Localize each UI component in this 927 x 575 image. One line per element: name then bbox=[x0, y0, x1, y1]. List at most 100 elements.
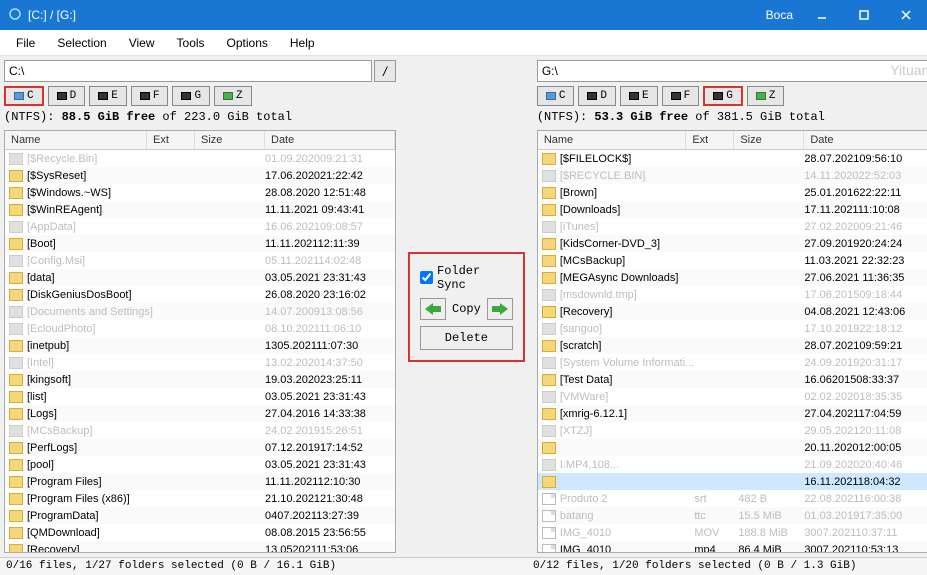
col-size[interactable]: Size bbox=[195, 131, 265, 149]
table-row-folder[interactable]: 16.11.202118:04:32 bbox=[538, 473, 927, 490]
table-row-folder[interactable]: [Recovery]13.05202111:53:06 bbox=[5, 541, 395, 552]
menu-view[interactable]: View bbox=[119, 32, 165, 54]
menu-help[interactable]: Help bbox=[280, 32, 325, 54]
drive-d-button[interactable]: D bbox=[48, 86, 86, 106]
folder-icon bbox=[542, 459, 556, 471]
menu-selection[interactable]: Selection bbox=[47, 32, 116, 54]
table-row-folder[interactable]: [MEGAsync Downloads]27.06.2021 11:36:35 bbox=[538, 269, 927, 286]
drive-f-button[interactable]: F bbox=[662, 86, 700, 106]
table-row-folder[interactable]: [msdownld.tmp]17.06.201509:18:44 bbox=[538, 286, 927, 303]
folder-icon bbox=[542, 238, 556, 250]
table-row-folder[interactable]: [list]03.05.2021 23:31:43 bbox=[5, 388, 395, 405]
table-row-folder[interactable]: [$RECYCLE.BIN]14.11.202022:52:03 bbox=[538, 167, 927, 184]
table-row-folder[interactable]: [kingsoft]19.03.202023:25:11 bbox=[5, 371, 395, 388]
right-path-input[interactable] bbox=[537, 60, 927, 82]
menubar: File Selection View Tools Options Help bbox=[0, 30, 927, 56]
table-row-folder[interactable]: [Intel]13.02.202014:37:50 bbox=[5, 354, 395, 371]
table-row-file[interactable]: IMG_4010MOV188.8 MiB3007.202110:37:11 bbox=[538, 524, 927, 541]
file-icon bbox=[542, 544, 556, 553]
table-row-folder[interactable]: [MCsBackup]11.03.2021 22:32:23 bbox=[538, 252, 927, 269]
drive-e-button[interactable]: E bbox=[620, 86, 658, 106]
table-row-folder[interactable]: [$Windows.~WS]28.08.2020 12:51:48 bbox=[5, 184, 395, 201]
table-row-folder[interactable]: [XTZJ]29.05.202120:11:08 bbox=[538, 422, 927, 439]
col-size[interactable]: Size bbox=[734, 131, 804, 149]
copy-left-button[interactable] bbox=[420, 298, 446, 320]
menu-tools[interactable]: Tools bbox=[167, 32, 215, 54]
delete-button[interactable]: Delete bbox=[420, 326, 513, 350]
drive-c-button[interactable]: C bbox=[537, 86, 575, 106]
col-date[interactable]: Date bbox=[265, 131, 395, 149]
table-row-folder[interactable]: [Program Files (x86)]21.10.202121:30:48 bbox=[5, 490, 395, 507]
table-row-folder[interactable]: [System Volume Informati...24.09.201920:… bbox=[538, 354, 927, 371]
folder-icon bbox=[9, 374, 23, 386]
middle-panel: Folder Sync Copy Delete bbox=[400, 56, 533, 557]
table-row-folder[interactable]: [AppData]16.06.202109:08:57 bbox=[5, 218, 395, 235]
drive-c-button[interactable]: C bbox=[4, 86, 44, 106]
drive-z-button[interactable]: Z bbox=[747, 86, 785, 106]
table-row-folder[interactable]: [Logs]27.04.2016 14:33:38 bbox=[5, 405, 395, 422]
table-row-folder[interactable]: [Program Files]11.11.202112:10:30 bbox=[5, 473, 395, 490]
left-path-input[interactable] bbox=[4, 60, 372, 82]
table-row-folder[interactable]: [Brown]25.01.201622:22:11 bbox=[538, 184, 927, 201]
table-row-folder[interactable]: [Downloads]17.11.202111:10:08 bbox=[538, 201, 927, 218]
table-row-folder[interactable]: [Boot]11.11.202112:11:39 bbox=[5, 235, 395, 252]
left-path-button[interactable]: / bbox=[374, 60, 396, 82]
drive-g-button[interactable]: G bbox=[703, 86, 743, 106]
folder-sync-checkbox[interactable]: Folder Sync bbox=[420, 264, 513, 292]
folder-icon bbox=[542, 425, 556, 437]
drive-g-button[interactable]: G bbox=[172, 86, 210, 106]
table-row-folder[interactable]: [EcloudPhoto]08.10.202111:06:10 bbox=[5, 320, 395, 337]
table-row-folder[interactable]: [MCsBackup]24.02.201915:26:51 bbox=[5, 422, 395, 439]
left-drive-bar: CDEFGZ bbox=[4, 86, 396, 106]
col-name[interactable]: Name bbox=[538, 131, 687, 149]
minimize-button[interactable] bbox=[809, 2, 835, 28]
table-row-file[interactable]: Produto 2srt482 B22.08.202116:00:38 bbox=[538, 490, 927, 507]
table-row-folder[interactable]: [$FILELOCK$]28.07.202109:56:10 bbox=[538, 150, 927, 167]
left-pane: / CDEFGZ (NTFS): 88.5 GiB free of 223.0 … bbox=[0, 56, 400, 557]
col-name[interactable]: Name bbox=[5, 131, 147, 149]
drive-f-button[interactable]: F bbox=[131, 86, 169, 106]
folder-icon bbox=[542, 357, 556, 369]
col-ext[interactable]: Ext bbox=[147, 131, 195, 149]
table-row-folder[interactable]: [Config.Msi]05.11.202114:02:48 bbox=[5, 252, 395, 269]
maximize-button[interactable] bbox=[851, 2, 877, 28]
copy-right-button[interactable] bbox=[487, 298, 513, 320]
table-row-folder[interactable]: [$SysReset]17.06.202021:22:42 bbox=[5, 167, 395, 184]
table-row-file[interactable]: batangttc15.5 MiB01.03.201917:35:00 bbox=[538, 507, 927, 524]
close-button[interactable] bbox=[893, 2, 919, 28]
table-row-folder[interactable]: [ProgramData]0407.202113:27:39 bbox=[5, 507, 395, 524]
table-row-file[interactable]: IMG_4010mp486.4 MiB3007.202110:53:13 bbox=[538, 541, 927, 552]
table-row-folder[interactable]: [VMWare]02.02.202018:35:35 bbox=[538, 388, 927, 405]
table-row-folder[interactable]: [Documents and Settings]14.07.200913:08:… bbox=[5, 303, 395, 320]
col-ext[interactable]: Ext bbox=[686, 131, 734, 149]
folder-icon bbox=[9, 357, 23, 369]
drive-d-button[interactable]: D bbox=[578, 86, 616, 106]
folder-icon bbox=[542, 340, 556, 352]
table-row-folder[interactable]: [data]03.05.2021 23:31:43 bbox=[5, 269, 395, 286]
menu-options[interactable]: Options bbox=[217, 32, 278, 54]
table-row-folder[interactable]: I.MP4,108...21.09.202020:40:46 bbox=[538, 456, 927, 473]
col-date[interactable]: Date bbox=[804, 131, 927, 149]
table-row-folder[interactable]: [inetpub]1305.202111:07:30 bbox=[5, 337, 395, 354]
folder-icon bbox=[9, 493, 23, 505]
table-row-folder[interactable]: [Recovery]04.08.2021 12:43:06 bbox=[538, 303, 927, 320]
table-row-folder[interactable]: [PerfLogs]07.12.201917:14:52 bbox=[5, 439, 395, 456]
table-row-folder[interactable]: [DiskGeniusDosBoot]26.08.2020 23:16:02 bbox=[5, 286, 395, 303]
right-pane: CDEFGZ (NTFS): 53.3 GiB free of 381.5 Gi… bbox=[533, 56, 927, 557]
table-row-folder[interactable]: [QMDownload]08.08.2015 23:56:55 bbox=[5, 524, 395, 541]
table-row-folder[interactable]: [$Recycle.Bin]01.09.202009:21:31 bbox=[5, 150, 395, 167]
menu-file[interactable]: File bbox=[6, 32, 45, 54]
table-row-folder[interactable]: [scratch]28.07.202109:59:21 bbox=[538, 337, 927, 354]
table-row-folder[interactable]: [KidsCorner-DVD_3]27.09.201920:24:24 bbox=[538, 235, 927, 252]
right-file-list: Name Ext Size Date [$FILELOCK$]28.07.202… bbox=[537, 130, 927, 553]
table-row-folder[interactable]: [sanguo]17.10.201922:18:12 bbox=[538, 320, 927, 337]
drive-z-button[interactable]: Z bbox=[214, 86, 252, 106]
table-row-folder[interactable]: [Test Data]16.06201508:33:37 bbox=[538, 371, 927, 388]
table-row-folder[interactable]: [iTunes]27.02.202009:21:46 bbox=[538, 218, 927, 235]
folder-icon bbox=[9, 459, 23, 471]
table-row-folder[interactable]: 20.11.202012:00:05 bbox=[538, 439, 927, 456]
table-row-folder[interactable]: [xmrig-6.12.1]27.04.202117:04:59 bbox=[538, 405, 927, 422]
drive-e-button[interactable]: E bbox=[89, 86, 127, 106]
table-row-folder[interactable]: [$WinREAgent]11.11.2021 09:43:41 bbox=[5, 201, 395, 218]
table-row-folder[interactable]: [pool]03.05.2021 23:31:43 bbox=[5, 456, 395, 473]
